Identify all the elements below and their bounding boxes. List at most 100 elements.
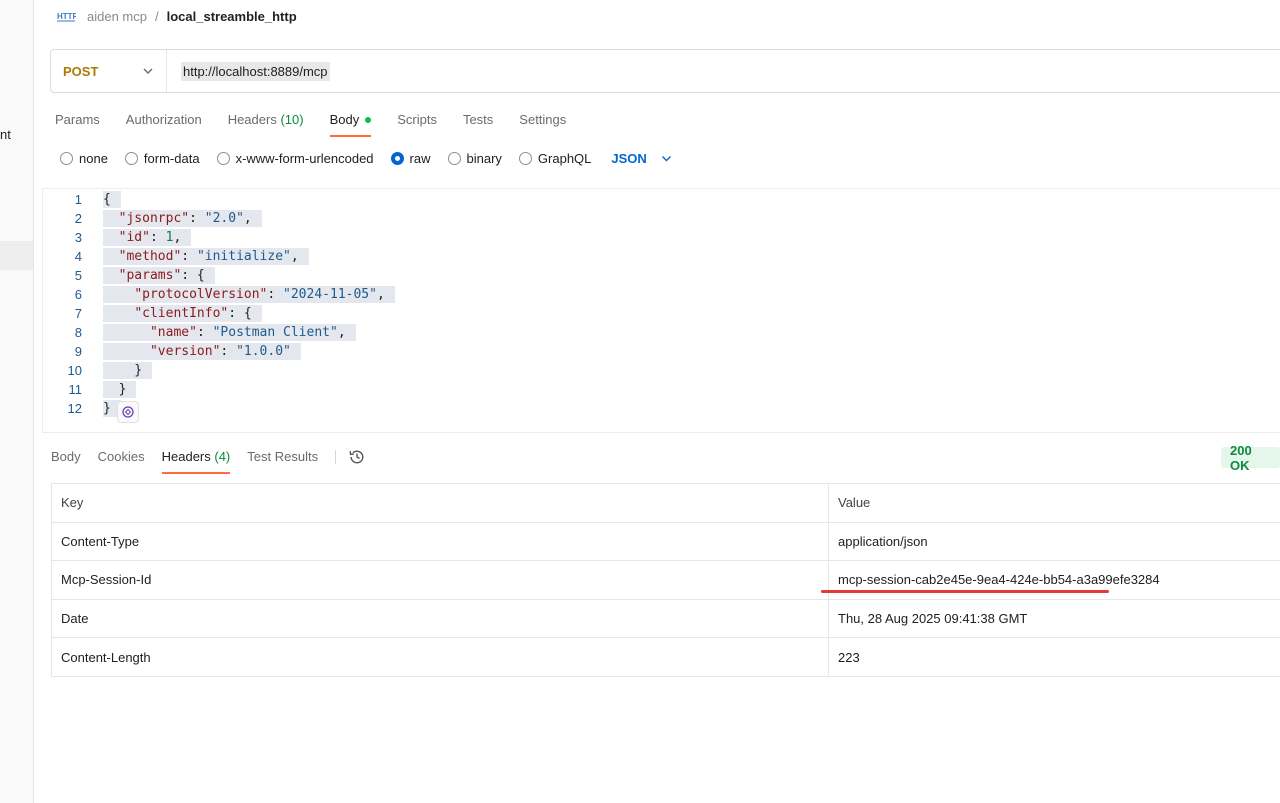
radio-binary[interactable]: binary (447, 150, 502, 166)
radio-label: x-www-form-urlencoded (235, 150, 374, 166)
header-value: Thu, 28 Aug 2025 09:41:38 GMT (828, 598, 1280, 639)
tab-response-body[interactable]: Body (51, 446, 81, 474)
table-row: Content-Type application/json (51, 521, 1280, 562)
tab-label: Headers (161, 449, 211, 464)
radio-icon (447, 151, 461, 165)
status-badge[interactable]: 200 OK (1221, 443, 1280, 473)
code-line[interactable]: 9 "version": "1.0.0" (42, 342, 1242, 361)
radio-icon (216, 151, 230, 165)
radio-none[interactable]: none (60, 151, 108, 166)
tab-count: (10) (280, 112, 304, 127)
method-label: POST (63, 63, 99, 79)
tab-label: Headers (227, 112, 277, 127)
radio-label: none (79, 150, 108, 166)
code-text: "jsonrpc": "2.0", (103, 210, 262, 227)
tab-response-headers[interactable]: Headers (4) (161, 446, 230, 474)
tab-scripts[interactable]: Scripts (397, 108, 437, 136)
tab-label: Settings (519, 112, 567, 127)
radio-raw[interactable]: raw (390, 150, 431, 166)
breadcrumb: HTTP aiden mcp / local_streamble_http (55, 6, 297, 26)
column-header-key: Key (51, 483, 829, 523)
code-text: } (103, 381, 137, 398)
line-number: 9 (74, 344, 82, 359)
url-input[interactable]: http://localhost:8889/mcp (181, 61, 330, 81)
divider (335, 450, 337, 464)
header-value: mcp-session-cab2e45e-9ea4-424e-bb54-a3a9… (828, 560, 1280, 600)
breadcrumb-parent[interactable]: aiden mcp (87, 9, 147, 24)
code-line[interactable]: 8 "name": "Postman Client", (42, 323, 1242, 342)
request-tabs: Params Authorization Headers (10) Body S… (55, 108, 592, 137)
tab-label: Authorization (125, 112, 202, 127)
line-number: 3 (74, 230, 82, 245)
line-number: 4 (74, 249, 82, 264)
line-number: 11 (68, 382, 83, 397)
radio-graphql[interactable]: GraphQL (518, 151, 591, 166)
tab-label: Body (51, 449, 81, 464)
radio-icon (518, 151, 532, 165)
tab-label: Tests (462, 112, 494, 127)
tab-headers[interactable]: Headers (10) (228, 108, 304, 136)
svg-text:HTTP: HTTP (57, 12, 76, 21)
line-number: 10 (67, 363, 82, 378)
sidebar-item-label[interactable]: nt (0, 127, 11, 142)
column-header-value: Value (828, 483, 1280, 523)
code-line[interactable]: 4 "method": "initialize", (42, 247, 1242, 266)
code-line[interactable]: 11 } (42, 380, 1242, 399)
code-line[interactable]: 1{ (42, 190, 1242, 209)
tab-body[interactable]: Body (329, 108, 372, 137)
request-name[interactable]: local_streamble_http (167, 9, 297, 24)
highlight-underline (821, 590, 1109, 593)
history-icon[interactable] (348, 448, 366, 466)
radio-label: binary (466, 150, 502, 166)
language-select[interactable]: JSON (611, 151, 671, 166)
tab-cookies[interactable]: Cookies (98, 446, 145, 474)
code-line[interactable]: 3 "id": 1, (42, 228, 1242, 247)
line-number: 6 (74, 287, 82, 302)
radio-x-www-form-urlencoded[interactable]: x-www-form-urlencoded (216, 150, 374, 166)
tab-test-results[interactable]: Test Results (247, 446, 318, 474)
code-text: "id": 1, (103, 229, 192, 246)
tab-label: Cookies (97, 449, 145, 464)
code-text: "params": { (103, 267, 215, 284)
radio-form-data[interactable]: form-data (124, 150, 200, 166)
table-row: Date Thu, 28 Aug 2025 09:41:38 GMT (51, 598, 1280, 639)
response-headers-table: Key Value Content-Type application/json … (51, 483, 1280, 677)
response-tabs: Body Cookies Headers (4) Test Results (51, 446, 366, 474)
code-text: "clientInfo": { (103, 305, 262, 322)
chevron-down-icon (661, 155, 671, 161)
method-select[interactable]: POST (51, 50, 167, 92)
ai-assist-icon[interactable] (117, 401, 139, 423)
code-line[interactable]: 2 "jsonrpc": "2.0", (42, 209, 1242, 228)
radio-checked-icon (390, 151, 404, 165)
line-number: 1 (74, 192, 82, 207)
header-value: application/json (828, 521, 1280, 562)
code-line[interactable]: 10 } (42, 361, 1242, 380)
code-text: } (103, 362, 153, 379)
code-line[interactable]: 7 "clientInfo": { (42, 304, 1242, 323)
table-header-row: Key Value (51, 483, 1280, 523)
header-key: Mcp-Session-Id (51, 560, 829, 600)
line-number: 8 (74, 325, 82, 340)
language-label: JSON (611, 150, 647, 166)
radio-label: raw (409, 150, 431, 166)
code-line[interactable]: 12} (42, 399, 1242, 418)
radio-label: form-data (143, 150, 200, 166)
tab-settings[interactable]: Settings (519, 108, 566, 136)
code-line[interactable]: 6 "protocolVersion": "2024-11-05", (42, 285, 1242, 304)
header-key: Content-Length (51, 637, 829, 677)
tab-label: Params (55, 112, 100, 127)
tab-tests[interactable]: Tests (463, 108, 493, 136)
tab-params[interactable]: Params (55, 108, 100, 136)
breadcrumb-separator: / (154, 8, 159, 24)
tab-label: Body (329, 112, 360, 127)
sidebar: nt (0, 0, 34, 803)
code-text: "method": "initialize", (103, 248, 309, 265)
tab-authorization[interactable]: Authorization (126, 108, 202, 136)
header-key: Content-Type (51, 521, 829, 562)
sidebar-selected-item[interactable] (0, 241, 33, 270)
tab-label: Test Results (247, 449, 319, 464)
line-number: 12 (67, 401, 82, 416)
code-line[interactable]: 5 "params": { (42, 266, 1242, 285)
line-number: 2 (74, 211, 82, 226)
code-text: "protocolVersion": "2024-11-05", (103, 286, 395, 303)
